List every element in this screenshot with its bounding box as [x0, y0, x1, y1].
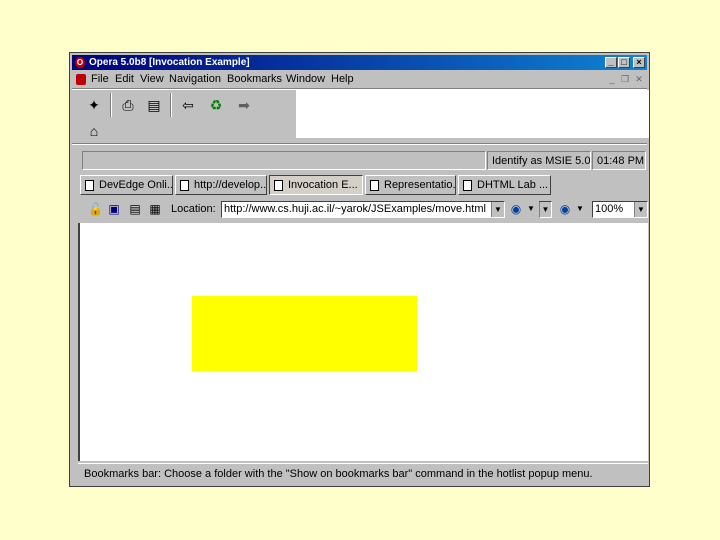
close-button[interactable]: ×	[633, 57, 645, 68]
zoom-value: 100%	[595, 203, 624, 215]
document-icon	[274, 180, 283, 191]
home-icon[interactable]: ⌂	[84, 121, 104, 141]
chevron-down-icon[interactable]: ▼	[573, 202, 587, 216]
location-label: Location:	[171, 203, 216, 215]
forward-icon[interactable]: ➡	[234, 95, 254, 115]
mdi-minimize-icon[interactable]: _	[607, 74, 617, 84]
mdi-close-icon[interactable]: ✕	[634, 74, 644, 84]
tab-dhtml-lab[interactable]: DHTML Lab ...	[458, 175, 551, 195]
go-icon[interactable]: ◉	[509, 202, 523, 216]
tab-devedge[interactable]: DevEdge Onli...	[80, 175, 173, 195]
tab-develop[interactable]: http://develop...	[175, 175, 267, 195]
yellow-box	[192, 296, 417, 371]
window-icon[interactable]: ▣	[107, 202, 121, 216]
page-icon[interactable]: ▤	[128, 202, 142, 216]
title-bar: O Opera 5.0b8 [Invocation Example] _ □ ×	[72, 55, 647, 70]
chevron-down-icon[interactable]: ▼	[634, 202, 647, 217]
tab-label: Invocation E...	[288, 179, 358, 191]
tab-label: http://develop...	[194, 179, 267, 191]
tab-label: DevEdge Onli...	[99, 179, 173, 191]
reload-icon[interactable]: ♻	[206, 95, 226, 115]
new-page-icon[interactable]: ✦	[84, 95, 104, 115]
status-message	[82, 151, 486, 170]
menu-bar: File Edit View Navigation Bookmarks Wind…	[72, 71, 647, 88]
bookmarks-bar: Bookmarks bar: Choose a folder with the …	[78, 463, 648, 483]
chevron-down-icon[interactable]: ▼	[539, 202, 551, 217]
document-icon	[370, 180, 379, 191]
tab-representation[interactable]: Representatio...	[365, 175, 456, 195]
tab-label: Representatio...	[384, 179, 456, 191]
page-content[interactable]	[78, 223, 648, 461]
menu-file[interactable]: File	[91, 71, 109, 88]
clock: 01:48 PM	[592, 151, 646, 170]
tab-label: DHTML Lab ...	[477, 179, 549, 191]
document-icon	[85, 180, 94, 191]
page-tabs: DevEdge Onli... http://develop... Invoca…	[80, 175, 648, 195]
identify-as-button[interactable]: Identify as MSIE 5.0	[487, 151, 591, 170]
document-icon	[180, 180, 189, 191]
window-title: Opera 5.0b8 [Invocation Example]	[89, 57, 250, 68]
chevron-down-icon[interactable]: ▼	[491, 202, 504, 217]
back-icon[interactable]: ⇦	[178, 95, 198, 115]
print-icon[interactable]: ⎙	[118, 95, 138, 115]
browser-window: O Opera 5.0b8 [Invocation Example] _ □ ×…	[69, 52, 650, 487]
location-input[interactable]: http://www.cs.huji.ac.il/~yarok/JSExampl…	[221, 201, 505, 218]
main-toolbar: ✦ ⎙ ▤ ⇦ ♻ ➡ ⌂	[72, 89, 296, 141]
menu-edit[interactable]: Edit	[115, 71, 134, 88]
menu-view[interactable]: View	[140, 71, 164, 88]
menu-bookmarks[interactable]: Bookmarks	[227, 71, 282, 88]
url-text: http://www.cs.huji.ac.il/~yarok/JSExampl…	[224, 203, 486, 215]
chevron-down-icon[interactable]: ▼	[524, 202, 538, 216]
minimize-button[interactable]: _	[605, 57, 617, 68]
toolbar-separator	[110, 93, 112, 117]
search-select[interactable]: ▼	[539, 201, 552, 218]
document-menu-icon[interactable]	[76, 74, 86, 85]
address-bar: 🔓 ▣ ▤ ▦ Location: http://www.cs.huji.ac.…	[80, 200, 648, 220]
save-icon[interactable]: ▦	[148, 202, 162, 216]
mdi-restore-icon[interactable]: ❐	[620, 74, 630, 84]
lock-icon[interactable]: 🔓	[88, 202, 103, 216]
menu-window[interactable]: Window	[286, 71, 325, 88]
document-icon	[463, 180, 472, 191]
opera-logo-icon: O	[75, 57, 85, 68]
toolbar-separator	[170, 93, 172, 117]
toolbar-divider	[72, 143, 647, 145]
tab-invocation[interactable]: Invocation E...	[269, 175, 363, 195]
hotlist-icon[interactable]: ▤	[144, 95, 164, 115]
status-row: Identify as MSIE 5.0 01:48 PM	[82, 151, 646, 170]
search-icon[interactable]: ◉	[558, 202, 572, 216]
zoom-select[interactable]: 100% ▼	[592, 201, 648, 218]
menu-navigation[interactable]: Navigation	[169, 71, 221, 88]
toolbar-blank-area	[296, 90, 649, 138]
menu-help[interactable]: Help	[331, 71, 354, 88]
maximize-button[interactable]: □	[618, 57, 630, 68]
